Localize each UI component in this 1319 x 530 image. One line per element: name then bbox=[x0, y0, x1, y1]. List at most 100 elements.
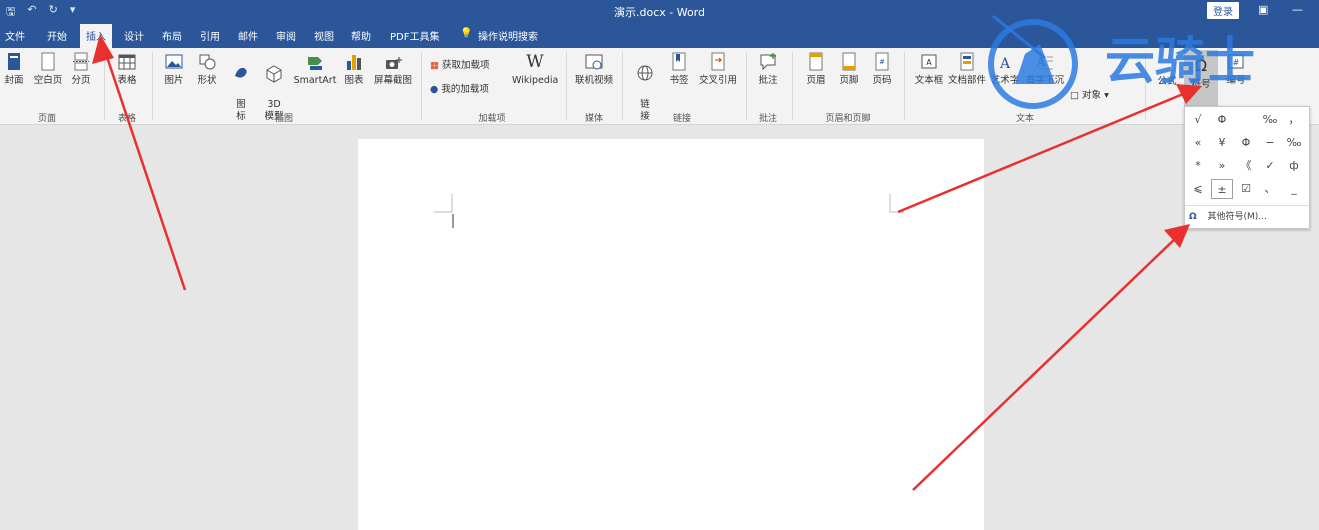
symbol-cell[interactable]: ✓ bbox=[1259, 156, 1281, 176]
online-video-label: 联机视频 bbox=[574, 75, 613, 86]
group-media-label: 媒体 bbox=[584, 114, 603, 124]
chart-icon bbox=[347, 55, 361, 70]
symbol-cell[interactable]: _ bbox=[1283, 179, 1305, 199]
shapes-button[interactable]: 形状 bbox=[195, 52, 219, 87]
group-addins-label: 加载项 bbox=[478, 114, 506, 124]
cover-page-label: 封面 bbox=[4, 75, 24, 86]
group-separator bbox=[622, 52, 623, 120]
group-separator bbox=[566, 52, 567, 120]
symbol-cell[interactable]: ¥ bbox=[1211, 133, 1233, 153]
symbol-cell[interactable]: « bbox=[1187, 133, 1209, 153]
get-addins-label: 获取加载项 bbox=[442, 60, 490, 71]
symbol-cell[interactable]: √ bbox=[1187, 110, 1209, 130]
cover-page-button[interactable]: 封面 bbox=[3, 52, 25, 87]
quick-parts-button[interactable]: 文档部件 bbox=[947, 52, 987, 87]
footer-label: 页脚 bbox=[839, 75, 859, 86]
bookmark-button[interactable]: 书签 bbox=[667, 52, 691, 87]
tab-home[interactable]: 开始 bbox=[47, 28, 67, 43]
group-separator bbox=[746, 52, 747, 120]
symbol-cell[interactable]: 《 bbox=[1235, 156, 1257, 176]
margin-corner-mark bbox=[434, 194, 454, 228]
cross-reference-icon bbox=[711, 52, 725, 71]
tab-layout[interactable]: 布局 bbox=[162, 28, 182, 43]
symbol-cell[interactable]: − bbox=[1259, 133, 1281, 153]
link-button[interactable]: 链 接 bbox=[634, 52, 656, 123]
minimize-icon[interactable]: — bbox=[1292, 3, 1303, 16]
textbox-button[interactable]: A 文本框 bbox=[913, 52, 945, 87]
online-video-button[interactable]: 联机视频 bbox=[573, 52, 615, 87]
wikipedia-button[interactable]: W Wikipedia bbox=[512, 52, 558, 87]
lightbulb-icon: 💡 bbox=[460, 28, 473, 39]
symbol-cell[interactable]: ⩽ bbox=[1187, 179, 1209, 199]
tab-help[interactable]: 帮助 bbox=[351, 28, 371, 43]
group-separator bbox=[152, 52, 153, 120]
cross-reference-button[interactable]: 交叉引用 bbox=[697, 52, 739, 87]
quick-parts-icon bbox=[960, 52, 974, 71]
header-label: 页眉 bbox=[806, 75, 826, 86]
comment-icon bbox=[760, 53, 776, 71]
tab-pdf-tools[interactable]: PDF工具集 bbox=[390, 28, 439, 43]
group-tables-label: 表格 bbox=[117, 114, 136, 124]
page-break-label: 分页 bbox=[71, 75, 91, 86]
symbol-cell[interactable]: Φ bbox=[1211, 110, 1233, 130]
more-symbols-label: 其他符号(M)... bbox=[1207, 212, 1267, 222]
cross-reference-label: 交叉引用 bbox=[698, 75, 737, 86]
picture-button[interactable]: 图片 bbox=[162, 52, 186, 87]
tab-references[interactable]: 引用 bbox=[200, 28, 220, 43]
symbol-cell[interactable]: ‰ bbox=[1259, 110, 1281, 130]
my-addins-button[interactable]: ● 我的加载项 bbox=[430, 84, 510, 96]
margin-corner-mark-right bbox=[889, 194, 904, 213]
get-addins-button[interactable]: ▦ 获取加载项 bbox=[430, 60, 510, 72]
group-illustrations-label: 插图 bbox=[274, 114, 293, 124]
smartart-button[interactable]: SmartArt bbox=[293, 52, 337, 87]
document-page[interactable] bbox=[358, 139, 984, 530]
my-addins-label: 我的加载项 bbox=[441, 84, 489, 95]
3d-cube-icon bbox=[266, 65, 282, 83]
symbol-cell[interactable] bbox=[1235, 110, 1257, 130]
header-button[interactable]: 页眉 bbox=[804, 52, 828, 87]
page-break-button[interactable]: 分页 bbox=[69, 52, 93, 87]
footer-icon bbox=[842, 52, 856, 71]
svg-text:#: # bbox=[879, 58, 885, 66]
watermark-text: 云骑士 bbox=[1105, 32, 1255, 90]
chart-button[interactable]: 图表 bbox=[343, 52, 365, 87]
comment-button[interactable]: 批注 bbox=[756, 52, 780, 87]
symbol-cell[interactable]: ± bbox=[1211, 179, 1233, 199]
picture-label: 图片 bbox=[164, 75, 184, 86]
symbol-cell[interactable]: » bbox=[1211, 156, 1233, 176]
symbol-cell[interactable]: ‰ bbox=[1283, 133, 1305, 153]
page-number-button[interactable]: # 页码 bbox=[870, 52, 894, 87]
symbol-cell[interactable]: ， bbox=[1283, 110, 1305, 130]
symbol-cell[interactable]: 、 bbox=[1259, 179, 1281, 199]
symbol-cell[interactable]: Φ bbox=[1235, 133, 1257, 153]
tab-file[interactable]: 文件 bbox=[5, 28, 25, 43]
group-text-label: 文本 bbox=[1015, 114, 1034, 124]
blank-page-button[interactable]: 空白页 bbox=[32, 52, 64, 87]
page-break-icon bbox=[73, 52, 89, 71]
tab-mailings[interactable]: 邮件 bbox=[238, 28, 258, 43]
wikipedia-label: Wikipedia bbox=[512, 75, 559, 86]
icons-button[interactable]: 图 标 bbox=[231, 52, 251, 123]
tab-insert[interactable]: 插入 bbox=[80, 24, 112, 49]
symbol-cell[interactable]: * bbox=[1187, 156, 1209, 176]
bookmark-label: 书签 bbox=[669, 75, 689, 86]
group-separator bbox=[904, 52, 905, 120]
footer-button[interactable]: 页脚 bbox=[837, 52, 861, 87]
svg-text:A: A bbox=[926, 58, 932, 67]
more-symbols-button[interactable]: Ω 其他符号(M)... bbox=[1189, 209, 1267, 222]
quick-parts-label: 文档部件 bbox=[947, 75, 986, 86]
symbol-cell[interactable]: ф bbox=[1283, 156, 1305, 176]
picture-icon bbox=[165, 54, 183, 69]
tell-me-search[interactable]: 操作说明搜索 bbox=[478, 28, 538, 43]
screenshot-button[interactable]: 屏幕截图 bbox=[372, 52, 414, 87]
symbol-cell[interactable]: ☑ bbox=[1235, 179, 1257, 199]
blank-page-icon bbox=[41, 52, 55, 71]
tab-design[interactable]: 设计 bbox=[124, 28, 144, 43]
table-icon bbox=[118, 54, 136, 70]
tab-view[interactable]: 视图 bbox=[314, 28, 334, 43]
my-addins-icon: ● bbox=[430, 84, 439, 95]
group-separator bbox=[421, 52, 422, 120]
screenshot-camera-icon bbox=[386, 57, 402, 69]
tab-review[interactable]: 审阅 bbox=[276, 28, 296, 43]
table-button[interactable]: 表格 bbox=[113, 52, 141, 87]
